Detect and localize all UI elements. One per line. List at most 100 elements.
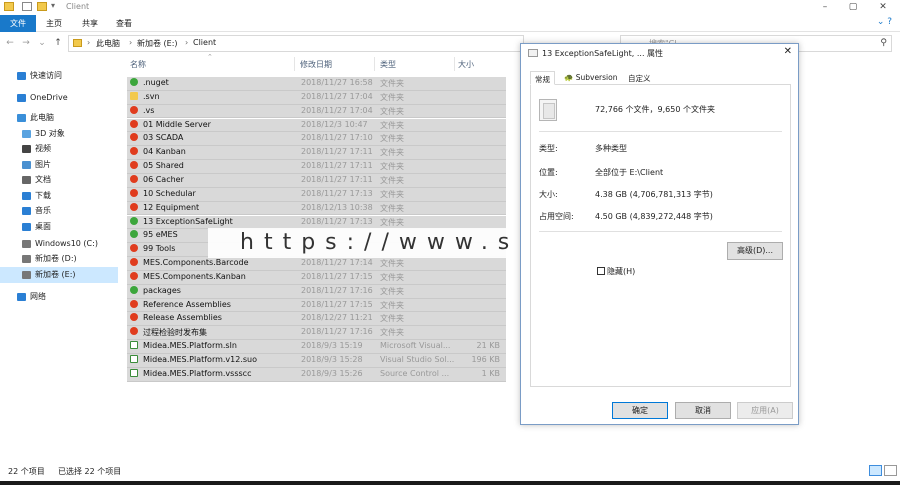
table-row[interactable]: packages 2018/11/27 17:16 文件夹 bbox=[127, 284, 506, 299]
svn-file-icon bbox=[130, 368, 138, 377]
table-row[interactable]: .svn 2018/11/27 17:04 文件夹 bbox=[127, 90, 506, 105]
file-date: 2018/9/3 15:19 bbox=[301, 341, 363, 351]
sidebar-item[interactable]: 此电脑 bbox=[0, 110, 118, 126]
sidebar-item[interactable]: 新加卷 (D:) bbox=[0, 251, 118, 267]
table-row[interactable]: 04 Kanban 2018/11/27 17:11 文件夹 bbox=[127, 146, 506, 161]
breadcrumb-drive-e[interactable]: 新加卷 (E:) bbox=[137, 38, 178, 49]
tab-custom[interactable]: 自定义 bbox=[624, 71, 655, 85]
file-date: 2018/11/27 17:04 bbox=[301, 105, 373, 115]
file-name: 06 Cacher bbox=[143, 174, 184, 184]
back-button[interactable]: ← bbox=[4, 36, 16, 50]
column-divider[interactable] bbox=[294, 57, 295, 71]
ok-button[interactable]: 确定 bbox=[612, 402, 668, 419]
table-row[interactable]: .vs 2018/11/27 17:04 文件夹 bbox=[127, 104, 506, 119]
large-icons-view-icon[interactable] bbox=[884, 465, 897, 476]
table-row[interactable]: 06 Cacher 2018/11/27 17:11 文件夹 bbox=[127, 173, 506, 188]
cloud-icon bbox=[17, 94, 26, 102]
table-row[interactable]: Midea.MES.Platform.sln 2018/9/3 15:19 Micr… bbox=[127, 340, 506, 354]
search-icon[interactable]: ⚲ bbox=[880, 38, 887, 48]
tab-view[interactable]: 查看 bbox=[108, 15, 140, 32]
maximize-button[interactable]: ▢ bbox=[838, 0, 868, 15]
file-name: 04 Kanban bbox=[143, 147, 186, 157]
breadcrumb-client[interactable]: Client bbox=[193, 38, 216, 47]
table-row[interactable]: Midea.MES.Platform.vssscc 2018/9/3 15:26 S… bbox=[127, 367, 506, 382]
table-row[interactable]: .nuget 2018/11/27 16:58 文件夹 bbox=[127, 77, 506, 91]
table-row[interactable]: MES.Components.Barcode 2018/11/27 17:14 文件… bbox=[127, 257, 506, 271]
sidebar-item[interactable]: 桌面 bbox=[0, 219, 118, 235]
help-icon[interactable]: ⌄ ? bbox=[877, 17, 892, 27]
forward-button[interactable]: → bbox=[20, 36, 32, 50]
table-row[interactable]: 01 Middle Server 2018/12/3 10:47 文件夹 bbox=[127, 118, 506, 133]
cancel-button[interactable]: 取消 bbox=[675, 402, 731, 419]
recent-locations-button[interactable]: ⌄ bbox=[36, 36, 48, 50]
svn-normal-status-icon bbox=[130, 230, 138, 239]
sidebar-item-label: 桌面 bbox=[35, 222, 51, 231]
table-row[interactable]: Reference Assemblies 2018/11/27 17:15 文件夹 bbox=[127, 298, 506, 313]
sidebar-item[interactable]: 视频 bbox=[0, 141, 118, 157]
file-name: 过程检验时发布集 bbox=[143, 328, 207, 338]
close-button[interactable]: ✕ bbox=[868, 0, 898, 15]
sidebar-item-label: 新加卷 (E:) bbox=[35, 270, 76, 279]
sidebar-item[interactable]: Windows10 (C:) bbox=[0, 236, 118, 252]
column-header-date[interactable]: 修改日期 bbox=[300, 59, 332, 70]
file-name: 01 Middle Server bbox=[143, 119, 211, 129]
details-view-icon[interactable] bbox=[869, 465, 882, 476]
file-date: 2018/11/27 17:11 bbox=[301, 147, 373, 157]
file-count-summary: 72,766 个文件，9,650 个文件夹 bbox=[595, 105, 715, 114]
breadcrumb-this-pc[interactable]: 此电脑 bbox=[96, 38, 120, 49]
table-row[interactable]: 12 Equipment 2018/12/13 10:38 文件夹 bbox=[127, 201, 506, 216]
dialog-title: 13 ExceptionSafeLight, ... 属性 bbox=[542, 49, 664, 58]
file-name: Release Assemblies bbox=[143, 313, 222, 323]
dialog-close-button[interactable]: ✕ bbox=[784, 46, 792, 57]
table-row[interactable]: Midea.MES.Platform.v12.suo 2018/9/3 15:28… bbox=[127, 354, 506, 368]
table-row[interactable]: 03 SCADA 2018/11/27 17:10 文件夹 bbox=[127, 132, 506, 147]
apply-button[interactable]: 应用(A) bbox=[737, 402, 793, 419]
sidebar-item[interactable]: 文档 bbox=[0, 172, 118, 188]
column-header-size[interactable]: 大小 bbox=[458, 59, 474, 70]
drive-icon bbox=[22, 271, 31, 279]
svn-modified-status-icon bbox=[130, 202, 138, 211]
table-row[interactable]: 05 Shared 2018/11/27 17:11 文件夹 bbox=[127, 160, 506, 174]
minimize-button[interactable]: – bbox=[810, 0, 840, 15]
file-name: 10 Schedular bbox=[143, 188, 196, 198]
separator bbox=[539, 131, 782, 132]
table-row[interactable]: 10 Schedular 2018/11/27 17:13 文件夹 bbox=[127, 187, 506, 202]
table-row[interactable]: 过程检验时发布集 2018/11/27 17:16 文件夹 bbox=[127, 326, 506, 341]
address-bar[interactable]: › 此电脑 › 新加卷 (E:) › Client bbox=[68, 35, 524, 52]
file-type: 文件夹 bbox=[380, 175, 404, 185]
file-name: MES.Components.Barcode bbox=[143, 258, 249, 268]
tab-file[interactable]: 文件 bbox=[0, 15, 36, 32]
tab-general[interactable]: 常规 bbox=[530, 71, 555, 85]
column-header-name[interactable]: 名称 bbox=[130, 59, 146, 70]
sidebar-item[interactable]: 3D 对象 bbox=[0, 126, 118, 142]
tab-share[interactable]: 共享 bbox=[74, 15, 106, 32]
properties-quick-icon[interactable] bbox=[22, 2, 32, 11]
hidden-checkbox[interactable] bbox=[597, 267, 605, 275]
sidebar-item[interactable]: 下载 bbox=[0, 188, 118, 204]
sidebar-item[interactable]: OneDrive bbox=[0, 90, 118, 106]
svn-modified-status-icon bbox=[130, 105, 138, 114]
advanced-button[interactable]: 高级(D)... bbox=[727, 242, 783, 260]
sidebar-item[interactable]: 快速访问 bbox=[0, 68, 118, 84]
up-button[interactable]: ↑ bbox=[52, 36, 64, 50]
file-name: .svn bbox=[143, 91, 160, 101]
sidebar-item[interactable]: 音乐 bbox=[0, 203, 118, 219]
column-divider[interactable] bbox=[454, 57, 455, 71]
sidebar-item[interactable]: 图片 bbox=[0, 157, 118, 173]
table-row[interactable]: Release Assemblies 2018/12/27 11:21 文件夹 bbox=[127, 312, 506, 327]
quick-access-dropdown-icon[interactable]: ▾ bbox=[51, 1, 55, 10]
sidebar-item[interactable]: 新加卷 (E:) bbox=[0, 267, 118, 283]
tab-home[interactable]: 主页 bbox=[38, 15, 70, 32]
column-divider[interactable] bbox=[374, 57, 375, 71]
new-folder-quick-icon[interactable] bbox=[37, 2, 47, 11]
sidebar-item[interactable]: 网络 bbox=[0, 289, 118, 305]
folder-icon bbox=[4, 2, 14, 11]
file-date: 2018/11/27 16:58 bbox=[301, 78, 373, 87]
column-header-type[interactable]: 类型 bbox=[380, 59, 396, 70]
file-name: MES.Components.Kanban bbox=[143, 271, 246, 281]
table-row[interactable]: MES.Components.Kanban 2018/11/27 17:15 文件夹 bbox=[127, 270, 506, 285]
tab-subversion[interactable]: 🐢 Subversion bbox=[560, 71, 621, 85]
separator bbox=[539, 231, 782, 232]
file-type: Source Control ... bbox=[380, 368, 450, 378]
svn-modified-status-icon bbox=[130, 299, 138, 308]
